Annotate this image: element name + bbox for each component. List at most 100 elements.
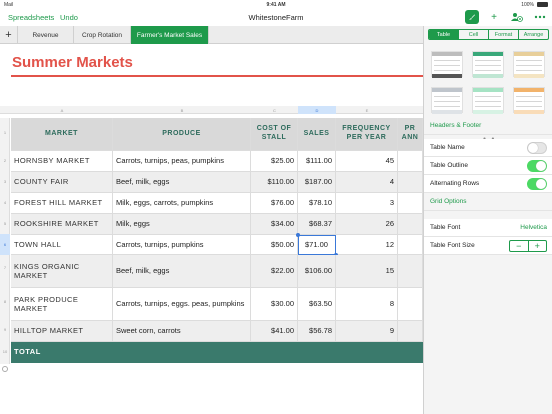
cost-cell[interactable]: $22.00 xyxy=(251,255,298,288)
add-sheet-button[interactable]: + xyxy=(0,26,18,44)
annual-cell[interactable] xyxy=(398,214,423,235)
sales-cell[interactable]: $111.00 xyxy=(298,151,336,172)
table-font-value[interactable]: Helvetica xyxy=(520,224,547,231)
market-cell[interactable]: HILLTOP MARKET xyxy=(11,321,113,342)
annual-cell[interactable] xyxy=(398,288,423,321)
selection-handle-top[interactable] xyxy=(296,233,300,237)
tab-table[interactable]: Table xyxy=(429,30,459,39)
table-style-slate[interactable] xyxy=(431,87,463,114)
table-style-orange[interactable] xyxy=(513,87,545,114)
annual-cell[interactable] xyxy=(398,321,423,342)
market-cell[interactable]: FOREST HILL MARKET xyxy=(11,193,113,214)
market-cell[interactable]: HORNSBY MARKET xyxy=(11,151,113,172)
frequency-cell[interactable]: 12 xyxy=(336,235,398,255)
produce-cell[interactable]: Beef, milk, eggs xyxy=(113,255,251,288)
column-letter-selected[interactable]: D xyxy=(298,106,336,114)
sales-cell[interactable]: $106.00 xyxy=(298,255,336,288)
table-outline-toggle[interactable] xyxy=(527,160,547,172)
annual-cell[interactable] xyxy=(398,193,423,214)
market-cell[interactable]: TOWN HALL xyxy=(11,235,113,255)
row-number[interactable]: 4 xyxy=(0,200,10,205)
row-number[interactable]: 2 xyxy=(0,158,10,163)
column-letter[interactable]: A xyxy=(11,108,113,113)
cost-cell[interactable]: $76.00 xyxy=(251,193,298,214)
row-number-selected[interactable]: 6 xyxy=(0,234,10,255)
cost-cell[interactable]: $25.00 xyxy=(251,151,298,172)
collaborate-icon[interactable] xyxy=(509,10,523,24)
table-name-toggle[interactable] xyxy=(527,142,547,154)
cost-cell[interactable]: $50.00 xyxy=(251,235,298,255)
annual-cell[interactable] xyxy=(398,235,423,255)
annual-cell[interactable] xyxy=(398,151,423,172)
produce-cell[interactable]: Beef, milk, eggs xyxy=(113,172,251,193)
sheet-title[interactable]: Summer Markets xyxy=(12,54,133,71)
market-cell[interactable]: COUNTY FAIR xyxy=(11,172,113,193)
produce-cell[interactable]: Milk, eggs, carrots, pumpkins xyxy=(113,193,251,214)
sales-cell[interactable]: $78.10 xyxy=(298,193,336,214)
annual-cell[interactable] xyxy=(398,255,423,288)
market-cell[interactable]: PARK PRODUCE MARKET xyxy=(11,288,113,321)
column-header[interactable]: SALES xyxy=(298,118,336,151)
cost-cell[interactable]: $34.00 xyxy=(251,214,298,235)
column-letter[interactable]: C xyxy=(251,108,298,113)
market-cell[interactable]: ROOKSHIRE MARKET xyxy=(11,214,113,235)
tab-farmers-market-sales[interactable]: Farmer's Market Sales xyxy=(131,26,209,44)
column-header[interactable]: PR ANN xyxy=(398,118,423,151)
table-font-row[interactable]: Table Font Helvetica xyxy=(424,219,552,237)
column-letter[interactable]: B xyxy=(113,108,251,113)
table-style-mint[interactable] xyxy=(472,87,504,114)
frequency-cell[interactable]: 3 xyxy=(336,193,398,214)
row-number[interactable]: 3 xyxy=(0,179,10,184)
sales-cell[interactable]: $187.00 xyxy=(298,172,336,193)
paintbrush-icon[interactable] xyxy=(465,10,479,24)
increase-font-button[interactable]: + xyxy=(529,241,547,251)
plus-icon[interactable]: + xyxy=(488,10,500,24)
row-number[interactable]: 8 xyxy=(0,299,10,304)
sales-cell[interactable]: $68.37 xyxy=(298,214,336,235)
row-number[interactable]: 7 xyxy=(0,265,10,270)
table-style-gray[interactable] xyxy=(431,51,463,78)
frequency-cell[interactable]: 45 xyxy=(336,151,398,172)
tab-arrange[interactable]: Arrange xyxy=(519,30,548,39)
total-row-cells[interactable] xyxy=(113,342,423,363)
frequency-cell[interactable]: 15 xyxy=(336,255,398,288)
column-header[interactable]: COST OF STALL xyxy=(251,118,298,151)
annual-cell[interactable] xyxy=(398,172,423,193)
table-style-green[interactable] xyxy=(472,51,504,78)
column-header[interactable]: FREQUENCY PER YEAR xyxy=(336,118,398,151)
tab-revenue[interactable]: Revenue xyxy=(18,26,74,44)
column-letter[interactable]: E xyxy=(336,108,398,113)
sales-cell-selected[interactable]: $71.00 xyxy=(298,235,336,255)
table-style-tan[interactable] xyxy=(513,51,545,78)
column-header[interactable]: PRODUCE xyxy=(113,118,251,151)
sales-cell[interactable]: $63.50 xyxy=(298,288,336,321)
produce-cell[interactable]: Carrots, turnips, eggs. peas, pumpkins xyxy=(113,288,251,321)
row-number[interactable]: 9 xyxy=(0,327,10,332)
frequency-cell[interactable]: 9 xyxy=(336,321,398,342)
total-label-cell[interactable]: TOTAL xyxy=(11,342,113,363)
cost-cell[interactable]: $30.00 xyxy=(251,288,298,321)
frequency-cell[interactable]: 26 xyxy=(336,214,398,235)
frequency-cell[interactable]: 4 xyxy=(336,172,398,193)
frequency-cell[interactable]: 8 xyxy=(336,288,398,321)
sales-cell[interactable]: $56.78 xyxy=(298,321,336,342)
produce-cell[interactable]: Milk, eggs xyxy=(113,214,251,235)
column-header[interactable]: MARKET xyxy=(11,118,113,151)
more-icon[interactable] xyxy=(533,10,547,24)
row-number[interactable]: 5 xyxy=(0,221,10,226)
cost-cell[interactable]: $110.00 xyxy=(251,172,298,193)
headers-footer-button[interactable]: Headers & Footer xyxy=(424,117,552,135)
tab-format[interactable]: Format xyxy=(489,30,519,39)
produce-cell[interactable]: Sweet corn, carrots xyxy=(113,321,251,342)
alternating-rows-toggle[interactable] xyxy=(527,178,547,190)
grid-options-button[interactable]: Grid Options xyxy=(424,193,552,211)
tab-cell[interactable]: Cell xyxy=(459,30,489,39)
row-number[interactable]: 10 xyxy=(0,349,10,354)
tab-crop-rotation[interactable]: Crop Rotation xyxy=(74,26,131,44)
cost-cell[interactable]: $41.00 xyxy=(251,321,298,342)
add-row-handle[interactable] xyxy=(2,366,8,372)
produce-cell[interactable]: Carrots, turnips, peas, pumpkins xyxy=(113,151,251,172)
decrease-font-button[interactable]: − xyxy=(510,241,529,251)
market-cell[interactable]: KINGS ORGANIC MARKET xyxy=(11,255,113,288)
row-number[interactable]: 1 xyxy=(0,130,10,135)
